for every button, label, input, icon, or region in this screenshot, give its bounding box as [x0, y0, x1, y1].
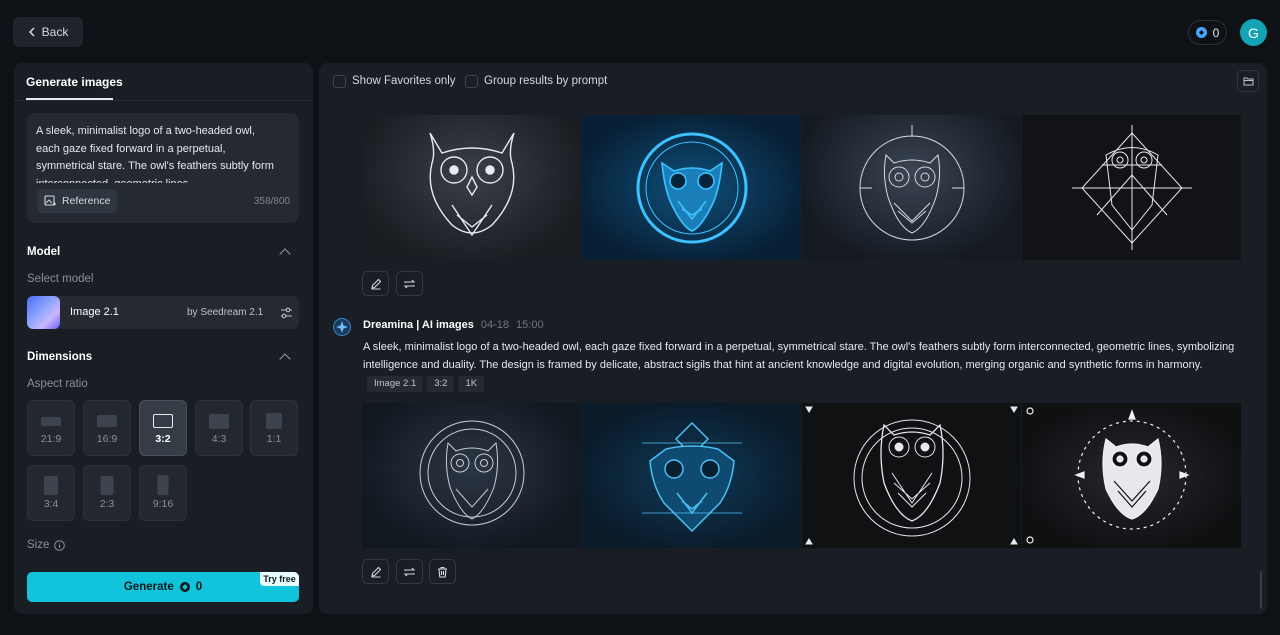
folder-button[interactable]: [1237, 70, 1259, 92]
repeat-icon: [403, 278, 416, 290]
group-by-prompt-checkbox[interactable]: [465, 75, 478, 88]
credits-badge[interactable]: 0: [1188, 20, 1227, 45]
reference-button[interactable]: Reference: [37, 189, 117, 213]
generation-date: 04-18: [480, 319, 510, 331]
result-image[interactable]: [582, 403, 801, 548]
pencil-icon: [370, 278, 382, 290]
generate-panel: Generate images A sleek, minimalist logo…: [14, 63, 313, 614]
chevron-up-icon[interactable]: [279, 248, 291, 260]
aspect-ratio-label: Aspect ratio: [27, 378, 88, 390]
result-image[interactable]: [1022, 403, 1241, 548]
edit-button[interactable]: [362, 271, 389, 296]
dimensions-section-title: Dimensions: [27, 351, 93, 363]
model-thumbnail: [27, 296, 60, 329]
tag-ratio: 3:2: [427, 376, 455, 392]
ratio-16-9[interactable]: 16:9: [83, 400, 131, 456]
result-image[interactable]: [1022, 115, 1241, 260]
ratio-3-2[interactable]: 3:2: [139, 400, 187, 456]
edit-button[interactable]: [362, 559, 389, 584]
credit-coin-icon: [179, 582, 190, 592]
size-label: Size: [27, 539, 50, 551]
trash-icon: [437, 566, 448, 578]
prompt-input[interactable]: A sleek, minimalist logo of a two-headed…: [36, 123, 276, 183]
info-icon[interactable]: [54, 539, 66, 551]
result-image[interactable]: [802, 115, 1021, 260]
settings-sliders-icon[interactable]: [280, 307, 293, 319]
result-image[interactable]: [362, 115, 581, 260]
model-name: Image 2.1: [70, 306, 119, 318]
show-favorites-label[interactable]: Show Favorites only: [352, 75, 456, 87]
dreamina-logo-icon: [333, 318, 351, 336]
chevron-up-icon[interactable]: [279, 353, 291, 365]
select-model-label: Select model: [27, 273, 94, 285]
group-by-prompt-label[interactable]: Group results by prompt: [484, 75, 607, 87]
result-image[interactable]: [802, 403, 1021, 548]
ratio-1-1[interactable]: 1:1: [250, 400, 298, 456]
ratio-2-3[interactable]: 2:3: [83, 465, 131, 521]
model-section-title: Model: [27, 246, 61, 258]
prompt-box[interactable]: A sleek, minimalist logo of a two-headed…: [27, 113, 299, 223]
credits-count: 0: [1212, 25, 1220, 40]
folder-icon: [1243, 76, 1254, 86]
chevron-left-icon: [28, 27, 36, 37]
tag-model: Image 2.1: [367, 376, 424, 392]
repeat-icon: [403, 566, 416, 578]
avatar[interactable]: G: [1240, 19, 1267, 46]
ratio-21-9[interactable]: 21:9: [27, 400, 75, 456]
ratio-3-4[interactable]: 3:4: [27, 465, 75, 521]
generate-button[interactable]: Generate 0: [27, 572, 299, 602]
ratio-9-16[interactable]: 9:16: [139, 465, 187, 521]
back-button[interactable]: Back: [13, 17, 83, 47]
scrollbar[interactable]: [1260, 571, 1262, 609]
model-selector[interactable]: Image 2.1 by Seedream 2.1: [27, 296, 299, 329]
ratio-4-3[interactable]: 4:3: [195, 400, 243, 456]
reference-label: Reference: [62, 195, 111, 207]
try-free-badge: Try free: [260, 572, 299, 586]
prompt-text: A sleek, minimalist logo of a two-headed…: [363, 341, 1235, 371]
credit-coin-icon: [1195, 27, 1207, 38]
show-favorites-checkbox[interactable]: [333, 75, 346, 88]
results-panel: Show Favorites only Group results by pro…: [319, 63, 1267, 614]
generation-time: 15:00: [516, 319, 544, 331]
back-label: Back: [41, 25, 69, 39]
generate-label: Generate: [123, 581, 174, 593]
char-count: 358/800: [253, 196, 290, 207]
delete-button[interactable]: [429, 559, 456, 584]
tab-generate-images[interactable]: Generate images: [26, 75, 123, 89]
divider: [14, 100, 313, 101]
generate-cost: 0: [195, 581, 203, 593]
tag-resolution: 1K: [458, 376, 485, 392]
image-add-icon: [44, 195, 56, 207]
result-image[interactable]: [582, 115, 801, 260]
regenerate-button[interactable]: [396, 559, 423, 584]
regenerate-button[interactable]: [396, 271, 423, 296]
model-provider: by Seedream 2.1: [187, 307, 264, 318]
result-image[interactable]: [362, 403, 581, 548]
generation-prompt: A sleek, minimalist logo of a two-headed…: [363, 338, 1253, 392]
pencil-icon: [370, 566, 382, 578]
generation-author: Dreamina | AI images: [363, 319, 474, 331]
